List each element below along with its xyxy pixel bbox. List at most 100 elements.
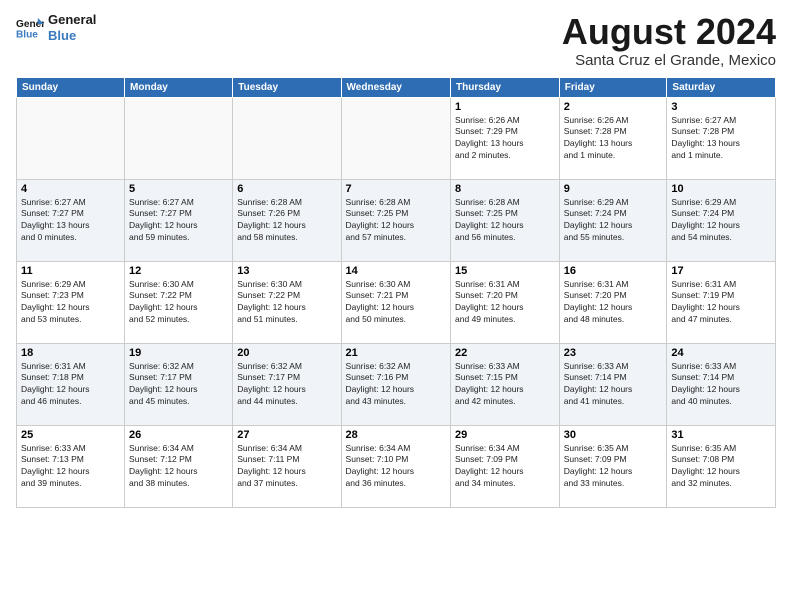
calendar-day-cell: 28 Sunrise: 6:34 AM Sunset: 7:10 PM Dayli… <box>341 425 450 507</box>
day-info: Sunrise: 6:31 AM Sunset: 7:20 PM Dayligh… <box>564 279 663 327</box>
day-number: 19 <box>129 347 228 359</box>
calendar-header-monday: Monday <box>125 77 233 97</box>
day-number: 5 <box>129 183 228 195</box>
calendar-day-cell: 7 Sunrise: 6:28 AM Sunset: 7:25 PM Daylig… <box>341 179 450 261</box>
logo-line2: Blue <box>48 28 96 44</box>
day-number: 31 <box>671 429 771 441</box>
calendar-day-cell: 3Sunrise: 6:27 AM Sunset: 7:28 PM Daylig… <box>667 97 776 179</box>
calendar-week-row: 18 Sunrise: 6:31 AM Sunset: 7:18 PM Dayli… <box>17 343 776 425</box>
day-number: 1 <box>455 101 555 113</box>
calendar-day-cell: 14 Sunrise: 6:30 AM Sunset: 7:21 PM Dayli… <box>341 261 450 343</box>
calendar-day-cell: 31 Sunrise: 6:35 AM Sunset: 7:08 PM Dayli… <box>667 425 776 507</box>
calendar-day-cell: 2 Sunrise: 6:26 AM Sunset: 7:28 PM Daylig… <box>559 97 667 179</box>
day-number: 6 <box>237 183 336 195</box>
subtitle: Santa Cruz el Grande, Mexico <box>562 52 776 69</box>
day-number: 26 <box>129 429 228 441</box>
day-number: 30 <box>564 429 663 441</box>
calendar-day-cell: 27 Sunrise: 6:34 AM Sunset: 7:11 PM Dayli… <box>233 425 341 507</box>
day-info: Sunrise: 6:31 AM Sunset: 7:18 PM Dayligh… <box>21 361 120 409</box>
day-number: 2 <box>564 101 663 113</box>
calendar-header-thursday: Thursday <box>451 77 560 97</box>
day-info: Sunrise: 6:28 AM Sunset: 7:25 PM Dayligh… <box>346 197 446 245</box>
day-info: Sunrise: 6:33 AM Sunset: 7:14 PM Dayligh… <box>671 361 771 409</box>
day-number: 27 <box>237 429 336 441</box>
page: General Blue General Blue August 2024 Sa… <box>0 0 792 612</box>
calendar-header-wednesday: Wednesday <box>341 77 450 97</box>
day-info: Sunrise: 6:31 AM Sunset: 7:19 PM Dayligh… <box>671 279 771 327</box>
header: General Blue General Blue August 2024 Sa… <box>16 12 776 69</box>
day-info: Sunrise: 6:30 AM Sunset: 7:21 PM Dayligh… <box>346 279 446 327</box>
day-number: 17 <box>671 265 771 277</box>
day-number: 23 <box>564 347 663 359</box>
calendar-day-cell: 20Sunrise: 6:32 AM Sunset: 7:17 PM Dayli… <box>233 343 341 425</box>
calendar-header-friday: Friday <box>559 77 667 97</box>
calendar-day-cell: 26 Sunrise: 6:34 AM Sunset: 7:12 PM Dayli… <box>125 425 233 507</box>
day-info: Sunrise: 6:26 AM Sunset: 7:29 PM Dayligh… <box>455 115 555 163</box>
calendar-week-row: 4 Sunrise: 6:27 AM Sunset: 7:27 PM Daylig… <box>17 179 776 261</box>
day-number: 14 <box>346 265 446 277</box>
day-number: 10 <box>671 183 771 195</box>
day-info: Sunrise: 6:28 AM Sunset: 7:26 PM Dayligh… <box>237 197 336 245</box>
day-number: 3 <box>671 101 771 113</box>
day-number: 12 <box>129 265 228 277</box>
day-number: 25 <box>21 429 120 441</box>
day-info: Sunrise: 6:28 AM Sunset: 7:25 PM Dayligh… <box>455 197 555 245</box>
calendar-day-cell: 10 Sunrise: 6:29 AM Sunset: 7:24 PM Dayli… <box>667 179 776 261</box>
title-block: August 2024 Santa Cruz el Grande, Mexico <box>562 12 776 69</box>
day-number: 24 <box>671 347 771 359</box>
calendar-header-tuesday: Tuesday <box>233 77 341 97</box>
day-number: 4 <box>21 183 120 195</box>
day-number: 13 <box>237 265 336 277</box>
day-info: Sunrise: 6:34 AM Sunset: 7:12 PM Dayligh… <box>129 443 228 491</box>
day-number: 28 <box>346 429 446 441</box>
calendar-day-cell: 17 Sunrise: 6:31 AM Sunset: 7:19 PM Dayli… <box>667 261 776 343</box>
calendar-day-cell: 5Sunrise: 6:27 AM Sunset: 7:27 PM Daylig… <box>125 179 233 261</box>
calendar-day-cell: 25 Sunrise: 6:33 AM Sunset: 7:13 PM Dayli… <box>17 425 125 507</box>
calendar-day-cell: 15 Sunrise: 6:31 AM Sunset: 7:20 PM Dayli… <box>451 261 560 343</box>
logo-icon: General Blue <box>16 16 44 40</box>
calendar-day-cell: 30Sunrise: 6:35 AM Sunset: 7:09 PM Dayli… <box>559 425 667 507</box>
calendar-header-row: SundayMondayTuesdayWednesdayThursdayFrid… <box>17 77 776 97</box>
calendar-day-cell: 11Sunrise: 6:29 AM Sunset: 7:23 PM Dayli… <box>17 261 125 343</box>
calendar-day-cell: 8Sunrise: 6:28 AM Sunset: 7:25 PM Daylig… <box>451 179 560 261</box>
day-number: 11 <box>21 265 120 277</box>
day-info: Sunrise: 6:27 AM Sunset: 7:27 PM Dayligh… <box>21 197 120 245</box>
day-number: 15 <box>455 265 555 277</box>
calendar-day-cell <box>17 97 125 179</box>
calendar-day-cell: 16 Sunrise: 6:31 AM Sunset: 7:20 PM Dayli… <box>559 261 667 343</box>
calendar-header-saturday: Saturday <box>667 77 776 97</box>
calendar-day-cell <box>341 97 450 179</box>
day-info: Sunrise: 6:26 AM Sunset: 7:28 PM Dayligh… <box>564 115 663 163</box>
day-info: Sunrise: 6:34 AM Sunset: 7:11 PM Dayligh… <box>237 443 336 491</box>
day-number: 20 <box>237 347 336 359</box>
logo: General Blue General Blue <box>16 12 96 43</box>
day-info: Sunrise: 6:29 AM Sunset: 7:24 PM Dayligh… <box>564 197 663 245</box>
calendar-week-row: 1 Sunrise: 6:26 AM Sunset: 7:29 PM Daylig… <box>17 97 776 179</box>
logo-line1: General <box>48 12 96 28</box>
day-info: Sunrise: 6:32 AM Sunset: 7:16 PM Dayligh… <box>346 361 446 409</box>
calendar-week-row: 11Sunrise: 6:29 AM Sunset: 7:23 PM Dayli… <box>17 261 776 343</box>
calendar-header-sunday: Sunday <box>17 77 125 97</box>
day-info: Sunrise: 6:29 AM Sunset: 7:24 PM Dayligh… <box>671 197 771 245</box>
day-number: 9 <box>564 183 663 195</box>
calendar-day-cell: 12 Sunrise: 6:30 AM Sunset: 7:22 PM Dayli… <box>125 261 233 343</box>
day-info: Sunrise: 6:30 AM Sunset: 7:22 PM Dayligh… <box>129 279 228 327</box>
month-title: August 2024 <box>562 12 776 52</box>
calendar-day-cell: 13Sunrise: 6:30 AM Sunset: 7:22 PM Dayli… <box>233 261 341 343</box>
calendar-day-cell: 23Sunrise: 6:33 AM Sunset: 7:14 PM Dayli… <box>559 343 667 425</box>
calendar-day-cell: 19 Sunrise: 6:32 AM Sunset: 7:17 PM Dayli… <box>125 343 233 425</box>
day-info: Sunrise: 6:32 AM Sunset: 7:17 PM Dayligh… <box>129 361 228 409</box>
calendar-day-cell: 6 Sunrise: 6:28 AM Sunset: 7:26 PM Daylig… <box>233 179 341 261</box>
day-info: Sunrise: 6:35 AM Sunset: 7:08 PM Dayligh… <box>671 443 771 491</box>
calendar-day-cell: 18 Sunrise: 6:31 AM Sunset: 7:18 PM Dayli… <box>17 343 125 425</box>
calendar-day-cell: 1 Sunrise: 6:26 AM Sunset: 7:29 PM Daylig… <box>451 97 560 179</box>
day-info: Sunrise: 6:33 AM Sunset: 7:13 PM Dayligh… <box>21 443 120 491</box>
calendar-day-cell: 4 Sunrise: 6:27 AM Sunset: 7:27 PM Daylig… <box>17 179 125 261</box>
day-number: 18 <box>21 347 120 359</box>
day-info: Sunrise: 6:31 AM Sunset: 7:20 PM Dayligh… <box>455 279 555 327</box>
calendar-week-row: 25 Sunrise: 6:33 AM Sunset: 7:13 PM Dayli… <box>17 425 776 507</box>
day-info: Sunrise: 6:34 AM Sunset: 7:09 PM Dayligh… <box>455 443 555 491</box>
day-number: 7 <box>346 183 446 195</box>
day-number: 16 <box>564 265 663 277</box>
day-info: Sunrise: 6:34 AM Sunset: 7:10 PM Dayligh… <box>346 443 446 491</box>
